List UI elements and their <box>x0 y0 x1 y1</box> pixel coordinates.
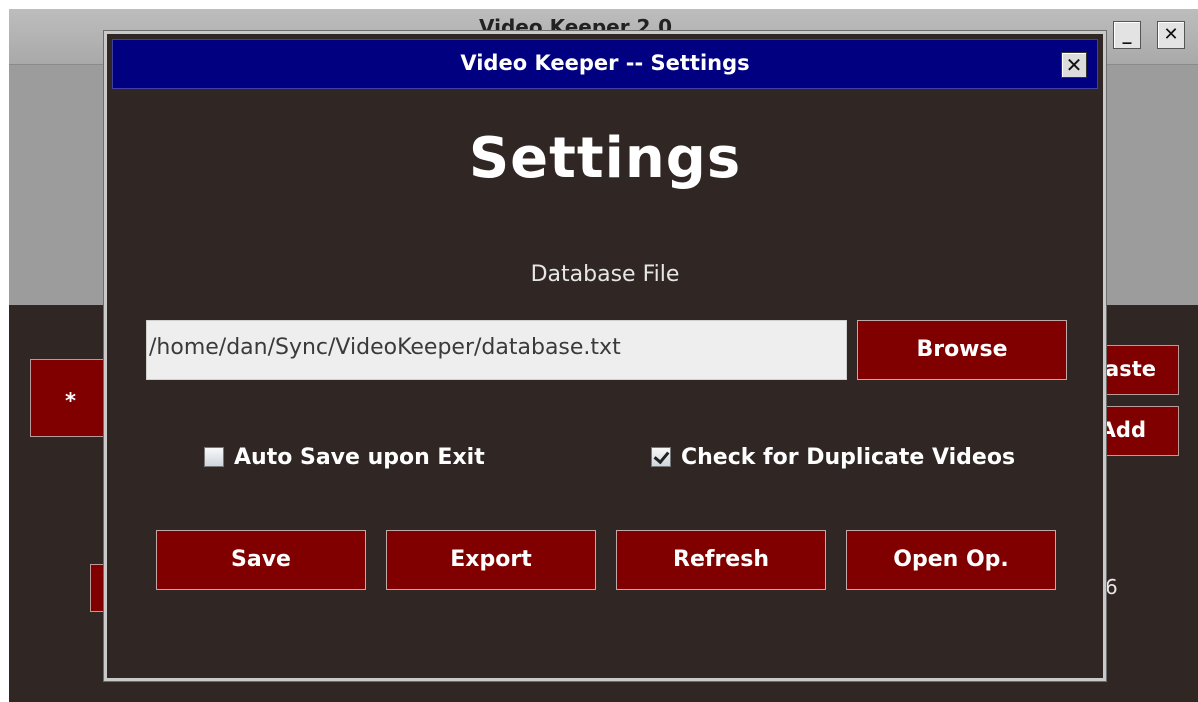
dialog-titlebar[interactable]: Video Keeper -- Settings ✕ <box>112 39 1098 89</box>
browse-button[interactable]: Browse <box>857 320 1067 380</box>
database-path-input[interactable] <box>146 320 847 380</box>
check-duplicates-label: Check for Duplicate Videos <box>681 444 1016 470</box>
minimize-button[interactable]: _ <box>1113 21 1141 49</box>
screen: Video Keeper 2.0 _ ✕ * Paste Add 6 Video… <box>0 0 1198 702</box>
open-op-button[interactable]: Open Op. <box>846 530 1056 590</box>
page-title: Settings <box>468 126 742 191</box>
check-duplicates-checkbox[interactable]: Check for Duplicate Videos <box>651 442 1015 472</box>
close-icon[interactable]: ✕ <box>1061 52 1087 78</box>
auto-save-checkbox[interactable]: Auto Save upon Exit <box>204 442 485 472</box>
dialog-title: Video Keeper -- Settings <box>460 51 750 75</box>
export-button[interactable]: Export <box>386 530 596 590</box>
database-file-label: Database File <box>530 262 680 287</box>
main-add-button-label: Add <box>1099 418 1146 442</box>
auto-save-label: Auto Save upon Exit <box>234 444 485 470</box>
save-button[interactable]: Save <box>156 530 366 590</box>
auto-save-checkbox-box[interactable] <box>204 447 224 467</box>
main-side-text: 6 <box>1105 575 1118 599</box>
checkmark-icon[interactable] <box>651 447 671 467</box>
refresh-button[interactable]: Refresh <box>616 530 826 590</box>
main-close-button[interactable]: ✕ <box>1157 21 1185 49</box>
settings-dialog: Video Keeper -- Settings ✕ Settings Data… <box>104 31 1106 681</box>
